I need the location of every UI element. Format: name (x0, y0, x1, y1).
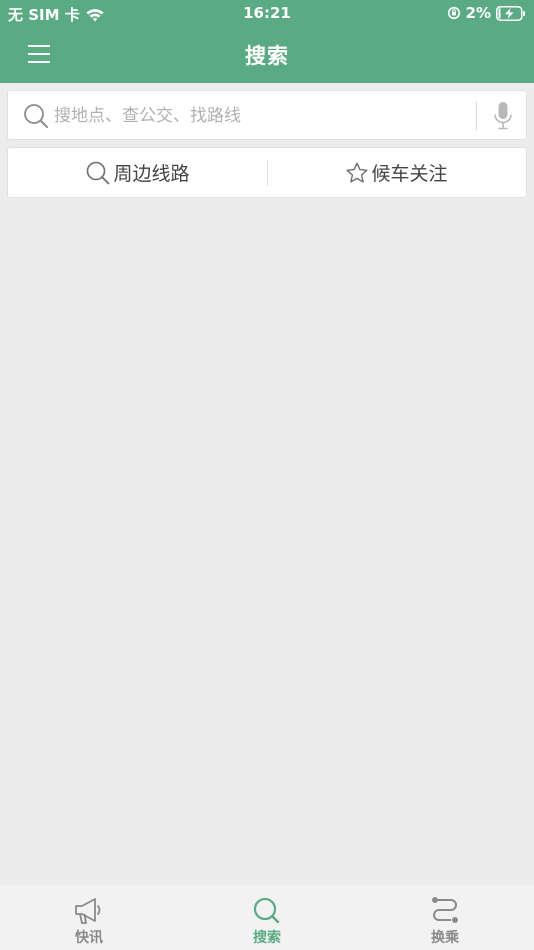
microphone-icon[interactable] (490, 100, 516, 132)
status-right: 2% (447, 4, 526, 22)
tab-transfer-label: 换乘 (431, 930, 459, 946)
search-divider (476, 102, 477, 130)
wait-watch-button[interactable]: 候车关注 (267, 148, 526, 197)
wait-watch-label: 候车关注 (371, 163, 448, 185)
search-box (7, 90, 527, 140)
star-icon (346, 162, 368, 183)
app-header: 无 SIM 卡 16:21 2% 搜索 (0, 0, 534, 83)
nearby-routes-label: 周边线路 (113, 163, 190, 185)
tab-transfer[interactable]: 换乘 (356, 885, 534, 950)
search-icon (24, 104, 48, 128)
search-icon (253, 897, 280, 924)
search-input[interactable] (52, 99, 476, 133)
battery-percent: 2% (465, 4, 491, 22)
tab-search-label: 搜索 (253, 930, 281, 946)
megaphone-icon (75, 898, 101, 924)
tab-news[interactable]: 快讯 (0, 885, 178, 950)
status-bar: 无 SIM 卡 16:21 2% (0, 0, 534, 28)
tab-search[interactable]: 搜索 (178, 885, 356, 950)
page-title: 搜索 (245, 44, 289, 68)
orientation-lock-icon (447, 6, 460, 20)
nav-bar: 搜索 (0, 30, 534, 80)
action-bar: 周边线路 候车关注 (7, 147, 527, 198)
battery-charging-icon (496, 5, 525, 21)
tab-news-label: 快讯 (75, 930, 103, 946)
tab-bar: 快讯 搜索 换乘 (0, 885, 534, 950)
action-divider (267, 160, 268, 186)
nearby-routes-button[interactable]: 周边线路 (8, 148, 267, 197)
route-icon (432, 897, 458, 923)
search-icon (87, 161, 110, 184)
